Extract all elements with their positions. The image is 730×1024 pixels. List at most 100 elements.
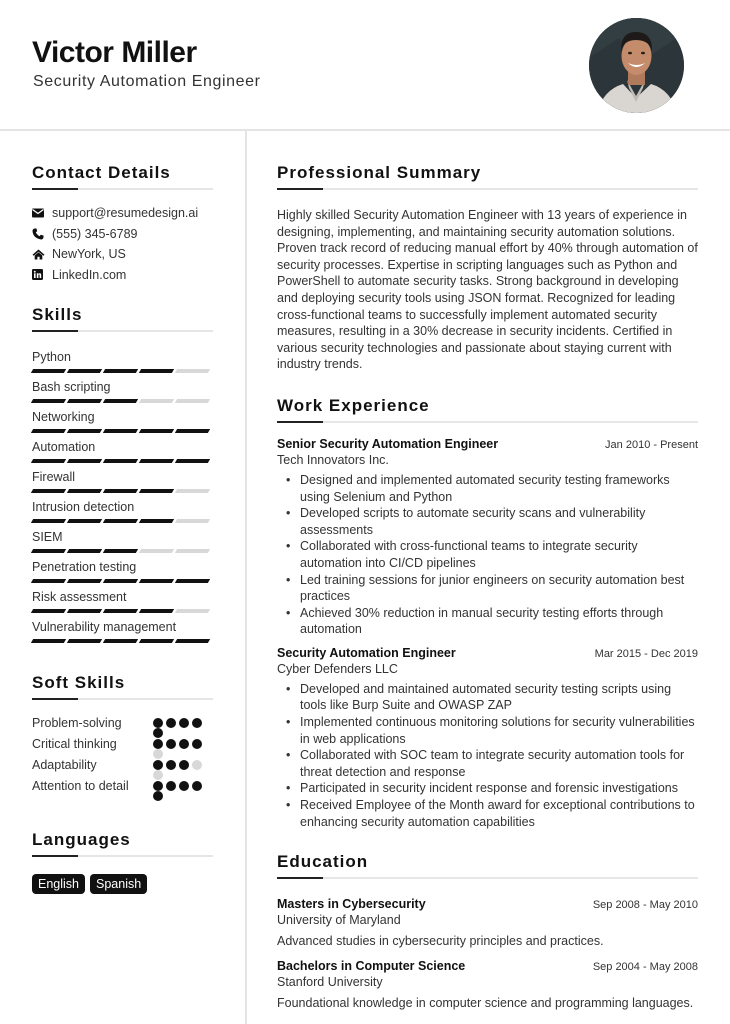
job-entry: Senior Security Automation Engineer Jan …	[277, 437, 698, 638]
soft-skill-rating	[153, 757, 203, 780]
skill-segment-filled	[174, 579, 211, 583]
job-bullets: Designed and implemented automated secur…	[277, 472, 698, 638]
rating-dot-empty	[192, 760, 202, 770]
skill-segment-filled	[174, 639, 211, 643]
soft-skill-item: Critical thinking	[32, 736, 213, 759]
language-list: English Spanish	[32, 874, 213, 894]
education-degree: Masters in Cybersecurity	[277, 897, 426, 912]
soft-skill-name: Adaptability	[32, 758, 97, 772]
contact-location: NewYork, US	[32, 244, 213, 265]
skill-name: Risk assessment	[32, 590, 127, 604]
right-column: Professional Summary Highly skilled Secu…	[277, 131, 698, 1011]
skill-name: SIEM	[32, 530, 63, 544]
skill-segment-filled	[66, 459, 103, 463]
job-role: Security Automation Engineer	[277, 645, 456, 660]
profile-photo	[589, 18, 684, 113]
skill-segment-filled	[30, 489, 67, 493]
rating-dot-filled	[179, 739, 189, 749]
soft-skills-heading: Soft Skills	[32, 673, 213, 700]
skill-segment-filled	[30, 519, 67, 523]
job-bullet: Achieved 30% reduction in manual securit…	[286, 605, 698, 638]
skill-item: Intrusion detection	[30, 491, 213, 523]
summary-heading: Professional Summary	[277, 163, 698, 190]
skill-segment-filled	[102, 549, 139, 553]
education-school: Stanford University	[277, 974, 383, 989]
skill-segment-filled	[102, 519, 139, 523]
skill-level-bar	[30, 609, 213, 613]
skill-segment-empty	[174, 609, 211, 613]
skill-name: Vulnerability management	[32, 620, 177, 634]
job-company: Tech Innovators Inc.	[277, 452, 389, 467]
rating-dot-filled	[166, 781, 176, 791]
skill-segment-filled	[138, 519, 175, 523]
skill-name: Automation	[32, 440, 96, 454]
soft-skill-item: Problem-solving	[32, 715, 213, 738]
contact-email-text: support@resumedesign.ai	[52, 206, 199, 221]
job-bullet: Implemented continuous monitoring soluti…	[286, 714, 698, 747]
skill-level-bar	[30, 459, 213, 463]
soft-skill-list: Problem-solving Critical thinking Adaptabi…	[32, 715, 213, 801]
skill-item: Bash scripting	[30, 371, 213, 403]
skill-segment-empty	[174, 519, 211, 523]
job-bullet: Developed scripts to automate security s…	[286, 505, 698, 538]
language-badge: English	[32, 874, 85, 894]
education-degree: Bachelors in Computer Science	[277, 958, 466, 973]
rating-dot-filled	[179, 760, 189, 770]
skill-segment-filled	[30, 459, 67, 463]
skill-item: SIEM	[30, 521, 213, 553]
contact-linkedin[interactable]: LinkedIn.com	[32, 265, 213, 286]
summary-text: Highly skilled Security Automation Engin…	[277, 208, 698, 372]
skill-segment-filled	[102, 579, 139, 583]
skill-segment-filled	[102, 639, 139, 643]
candidate-name: Victor Miller	[32, 36, 197, 69]
contact-list: support@resumedesign.ai (555) 345-6789 N…	[32, 203, 213, 285]
soft-skill-name: Problem-solving	[32, 716, 122, 730]
person-portrait-icon	[589, 18, 684, 113]
languages-heading: Languages	[32, 830, 213, 857]
contact-phone[interactable]: (555) 345-6789	[32, 224, 213, 245]
soft-skill-name: Attention to detail	[32, 779, 129, 793]
skill-segment-filled	[66, 399, 103, 403]
skill-level-bar	[30, 489, 213, 493]
job-bullet: Developed and maintained automated secur…	[286, 681, 698, 714]
envelope-icon	[32, 208, 52, 218]
contact-phone-text: (555) 345-6789	[52, 226, 138, 241]
job-bullet: Participated in security incident respon…	[286, 780, 698, 797]
soft-skill-rating	[153, 715, 203, 738]
education-school: University of Maryland	[277, 913, 401, 928]
skill-segment-filled	[30, 369, 67, 373]
skill-segment-filled	[138, 459, 175, 463]
soft-skill-rating	[153, 736, 203, 759]
skill-segment-filled	[66, 639, 103, 643]
contact-location-text: NewYork, US	[52, 247, 126, 262]
education-heading: Education	[277, 852, 698, 880]
skill-segment-filled	[102, 489, 139, 493]
job-entry: Security Automation Engineer Mar 2015 - …	[277, 646, 698, 830]
skill-segment-filled	[66, 579, 103, 583]
skill-segment-empty	[174, 399, 211, 403]
skill-segment-filled	[138, 639, 175, 643]
education-section: Education Masters in Cybersecurity Sep 2…	[277, 852, 698, 1011]
soft-skill-rating	[153, 778, 203, 801]
job-bullet: Received Employee of the Month award for…	[286, 797, 698, 830]
skill-segment-filled	[138, 609, 175, 613]
skill-segment-filled	[174, 429, 211, 433]
skill-segment-filled	[30, 609, 67, 613]
skill-name: Penetration testing	[32, 560, 137, 574]
skill-segment-filled	[66, 489, 103, 493]
summary-section: Professional Summary Highly skilled Secu…	[277, 163, 698, 373]
column-divider	[245, 131, 247, 1024]
skill-segment-filled	[138, 489, 175, 493]
skill-name: Networking	[32, 410, 95, 424]
skill-segment-filled	[102, 609, 139, 613]
skill-segment-empty	[174, 369, 211, 373]
rating-dot-filled	[153, 791, 163, 801]
skill-level-bar	[30, 639, 213, 643]
education-entry: Masters in Cybersecurity Sep 2008 - May …	[277, 897, 698, 950]
contact-email[interactable]: support@resumedesign.ai	[32, 203, 213, 224]
skill-segment-filled	[30, 579, 67, 583]
rating-dot-filled	[179, 781, 189, 791]
skill-segment-filled	[30, 399, 67, 403]
skill-segment-empty	[174, 549, 211, 553]
skill-item: Networking	[30, 401, 213, 433]
